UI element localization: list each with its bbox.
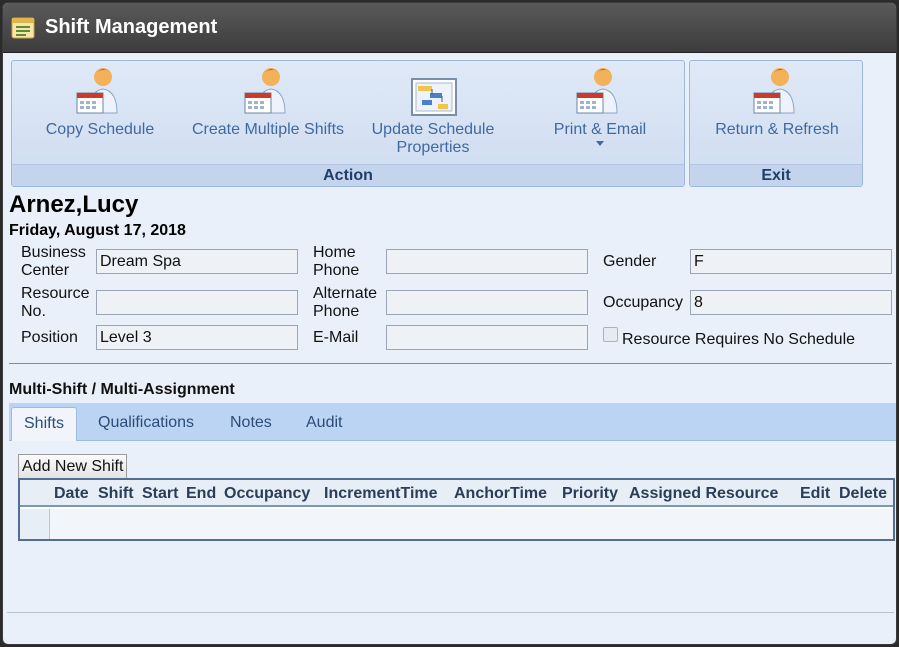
- resource-no-label: Resource No.: [21, 285, 89, 321]
- person-calendar-icon: [244, 68, 286, 114]
- position-label: Position: [21, 329, 78, 346]
- column-header-increment-time[interactable]: IncrementTime: [324, 485, 438, 503]
- window-title: Shift Management: [45, 16, 218, 38]
- resource-name: Arnez,Lucy: [9, 191, 139, 218]
- create-multiple-shifts-button[interactable]: Create Multiple Shifts: [188, 65, 348, 139]
- ribbon-group-action: Copy Schedule Create Multiple Shifts Upd…: [11, 60, 685, 187]
- action-group-label: Action: [12, 164, 684, 186]
- grid-empty-row: [20, 509, 893, 539]
- business-center-label-line2: Center: [21, 262, 70, 279]
- occupancy-field[interactable]: [690, 290, 892, 315]
- column-header-edit[interactable]: Edit: [800, 485, 830, 503]
- business-center-field[interactable]: [96, 249, 298, 274]
- column-header-priority[interactable]: Priority: [562, 485, 618, 503]
- email-field[interactable]: [386, 325, 588, 350]
- home-phone-label-line1: Home: [313, 244, 356, 261]
- add-new-shift-button[interactable]: Add New Shift: [18, 454, 128, 479]
- update-schedule-label-line2: Properties: [396, 139, 470, 156]
- section-divider: [9, 363, 892, 364]
- alternate-phone-label-line1: Alternate: [313, 285, 378, 302]
- grid-header: Date Shift Start End Occupancy Increment…: [20, 480, 893, 507]
- alternate-phone-label-line2: Phone: [313, 303, 360, 320]
- schedule-app-icon: [11, 17, 35, 38]
- title-bar: Shift Management: [3, 3, 896, 53]
- shifts-grid: Date Shift Start End Occupancy Increment…: [18, 478, 895, 541]
- create-multiple-shifts-label: Create Multiple Shifts: [191, 121, 345, 138]
- business-center-label: Business Center: [21, 244, 86, 280]
- copy-schedule-button[interactable]: Copy Schedule: [40, 65, 160, 139]
- ribbon-group-exit: Return & Refresh Exit: [689, 60, 863, 187]
- schedule-date: Friday, August 17, 2018: [9, 222, 186, 239]
- tab-bar: Shifts Qualifications Notes Audit: [9, 403, 896, 441]
- print-email-button[interactable]: Print & Email: [540, 65, 660, 146]
- shift-management-window: Shift Management Copy Schedule Create Mu…: [2, 2, 897, 645]
- home-phone-label: Home Phone: [313, 244, 359, 280]
- update-schedule-properties-button[interactable]: Update Schedule Properties: [368, 65, 498, 157]
- schedule-properties-icon: [411, 78, 457, 116]
- column-header-assigned-resource[interactable]: Assigned Resource: [629, 485, 778, 503]
- tab-notes[interactable]: Notes: [218, 407, 284, 441]
- update-schedule-label-line1: Update Schedule: [371, 121, 495, 138]
- alternate-phone-label: Alternate Phone: [313, 285, 377, 321]
- column-header-shift[interactable]: Shift: [98, 485, 134, 503]
- resource-no-label-line1: Resource: [21, 285, 90, 302]
- return-refresh-label: Return & Refresh: [715, 121, 839, 138]
- tab-qualifications[interactable]: Qualifications: [86, 407, 206, 441]
- dropdown-caret-icon[interactable]: [596, 141, 604, 146]
- resource-no-field[interactable]: [96, 290, 298, 315]
- person-calendar-icon: [76, 68, 118, 114]
- occupancy-label: Occupancy: [603, 294, 684, 311]
- business-center-label-line1: Business: [21, 244, 86, 261]
- alternate-phone-field[interactable]: [386, 290, 588, 315]
- no-schedule-checkbox[interactable]: [603, 327, 618, 342]
- home-phone-label-line2: Phone: [313, 262, 360, 279]
- footer-divider: [7, 612, 894, 613]
- tab-audit[interactable]: Audit: [294, 407, 354, 441]
- print-email-label: Print & Email: [553, 121, 647, 138]
- exit-group-label: Exit: [690, 164, 862, 186]
- resource-no-label-line2: No.: [21, 303, 46, 320]
- row-selector[interactable]: [20, 509, 50, 539]
- person-calendar-icon: [576, 68, 618, 114]
- no-schedule-label: Resource Requires No Schedule: [622, 331, 856, 348]
- column-header-end[interactable]: End: [186, 485, 216, 503]
- email-label: E-Mail: [313, 329, 359, 346]
- column-header-start[interactable]: Start: [142, 485, 178, 503]
- position-field[interactable]: [96, 325, 298, 350]
- home-phone-field[interactable]: [386, 249, 588, 274]
- return-refresh-button[interactable]: Return & Refresh: [707, 65, 847, 139]
- column-header-occupancy[interactable]: Occupancy: [224, 485, 310, 503]
- person-calendar-icon: [753, 68, 795, 114]
- gender-field[interactable]: [690, 249, 892, 274]
- column-header-anchor-time[interactable]: AnchorTime: [454, 485, 547, 503]
- multi-shift-title: Multi-Shift / Multi-Assignment: [9, 381, 235, 398]
- column-header-date[interactable]: Date: [54, 485, 89, 503]
- column-header-delete[interactable]: Delete: [839, 485, 887, 503]
- copy-schedule-label: Copy Schedule: [45, 121, 155, 138]
- tab-shifts[interactable]: Shifts: [11, 407, 78, 441]
- gender-label: Gender: [603, 253, 657, 270]
